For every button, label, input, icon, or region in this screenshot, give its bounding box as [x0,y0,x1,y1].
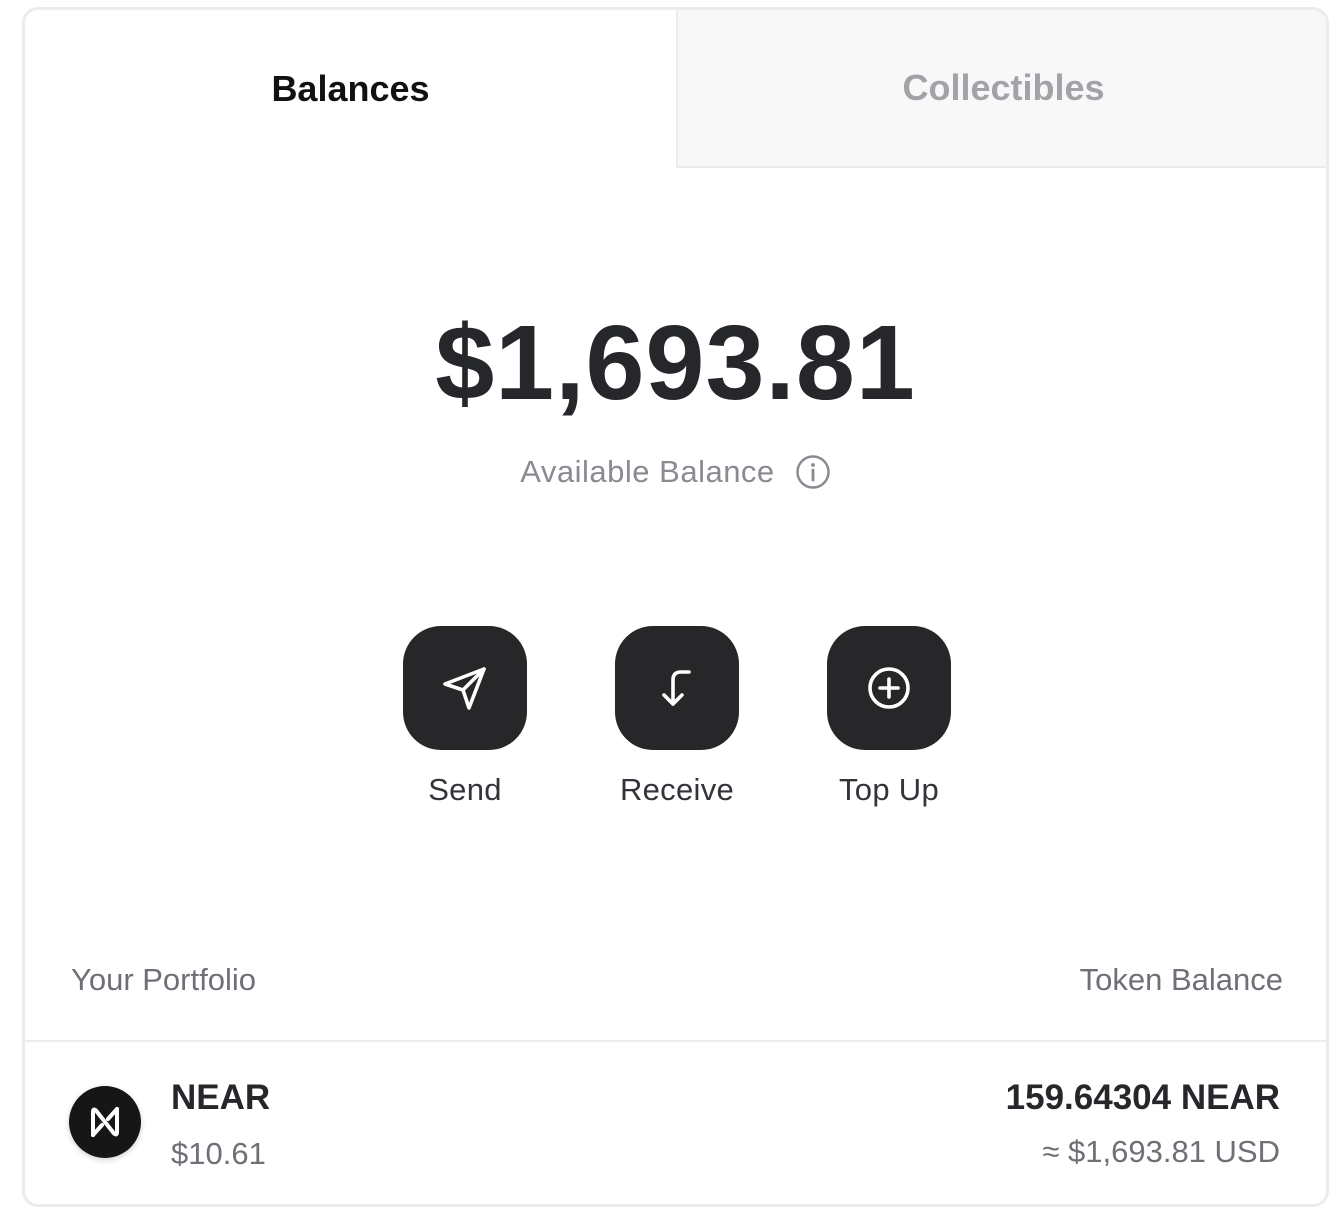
tab-collectibles[interactable]: Collectibles [676,10,1326,168]
send-button-circle[interactable] [403,626,527,750]
portfolio-header: Your Portfolio Token Balance [71,962,1283,998]
token-name: NEAR [171,1078,271,1117]
receive-button[interactable]: Receive [587,626,767,808]
top-up-label: Top Up [838,772,940,807]
send-button[interactable]: Send [375,626,555,808]
token-price: $10.61 [171,1136,266,1171]
info-circle-icon[interactable] [795,454,831,490]
available-balance-row: Available Balance [25,454,1326,490]
total-balance: $1,693.81 [435,304,916,422]
near-logo-icon [69,1086,141,1158]
send-label: Send [428,772,502,807]
top-up-button-circle[interactable] [827,626,951,750]
receive-button-circle[interactable] [615,626,739,750]
available-balance-label: Available Balance [520,454,775,489]
token-balance-title: Token Balance [1079,962,1283,997]
receive-label: Receive [619,772,735,807]
token-usd-value: ≈ $1,693.81 USD [1042,1134,1280,1169]
plus-circle-icon [868,667,910,709]
wallet-card: Balances Collectibles $1,693.81 Availabl… [22,7,1329,1207]
tab-balances[interactable]: Balances [25,10,676,168]
token-amount: 159.64304 NEAR [1005,1078,1280,1117]
receive-arrow-icon [662,670,691,706]
send-arrow-icon [443,667,486,710]
action-buttons: Send Receive Top Up [25,626,1326,826]
token-row-near[interactable]: NEAR $10.61 159.64304 NEAR ≈ $1,693.81 U… [25,1042,1326,1204]
top-up-button[interactable]: Top Up [799,626,979,808]
portfolio-title: Your Portfolio [71,962,256,997]
tab-bar: Balances Collectibles [25,10,1326,168]
